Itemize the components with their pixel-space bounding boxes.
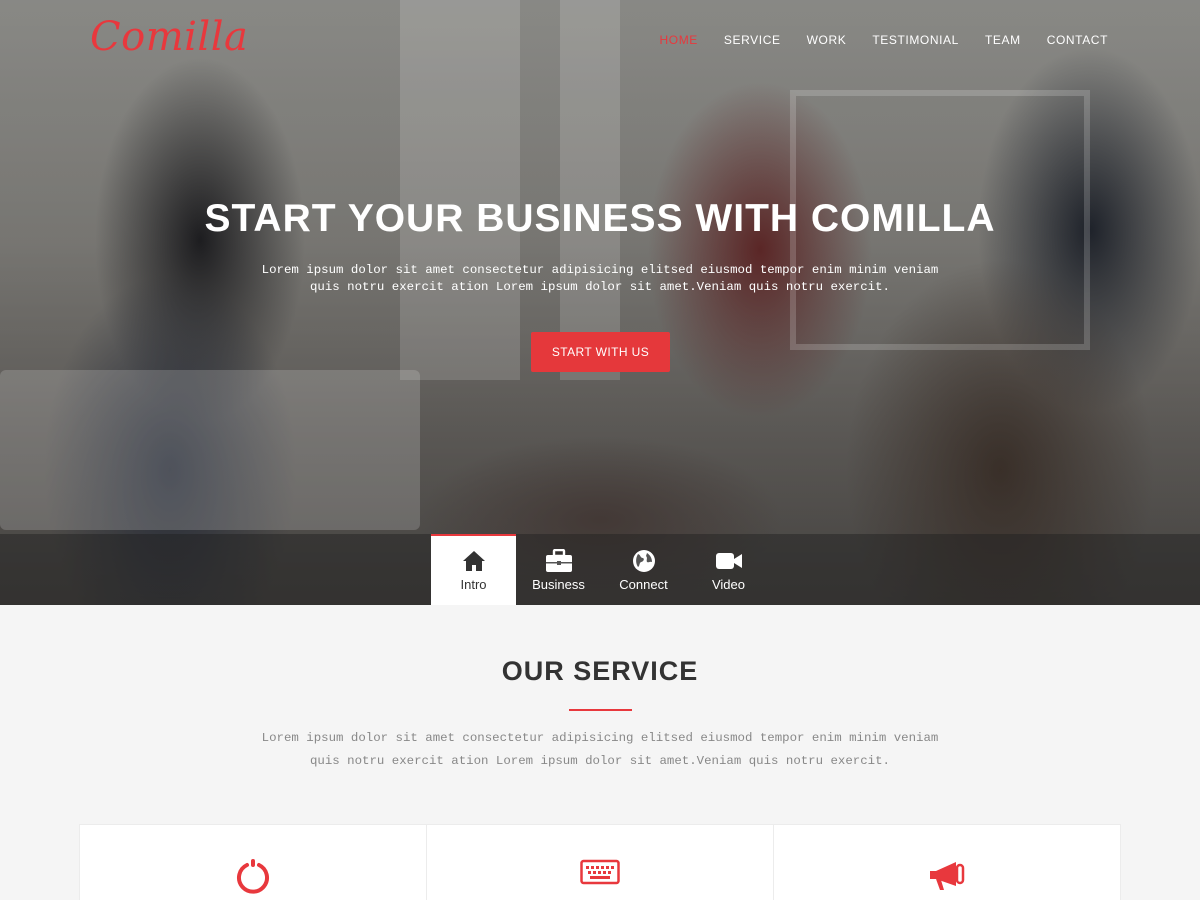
hero-description: Lorem ipsum dolor sit amet consectetur a… [261,263,939,294]
tab-intro[interactable]: Intro [431,534,516,605]
service-card[interactable] [427,824,774,900]
home-icon [462,548,486,574]
tab-label: Video [711,577,745,592]
site-logo[interactable]: Comilla [90,14,248,60]
tab-business[interactable]: Business [516,534,601,605]
tab-connect[interactable]: Connect [601,534,686,605]
tab-label: Connect [619,577,668,592]
video-camera-icon [715,548,743,574]
hero-section: Comilla HOME SERVICE WORK TESTIMONIAL TE… [0,0,1200,605]
start-with-us-button[interactable]: START WITH US [531,332,670,372]
power-ring-icon [235,859,271,900]
nav-item-service[interactable]: SERVICE [724,33,781,47]
nav-item-home[interactable]: HOME [660,33,698,47]
tab-label: Intro [460,577,487,592]
globe-icon [632,548,656,574]
title-divider [569,709,632,711]
briefcase-icon [545,548,573,574]
background-window [400,0,520,380]
nav-item-testimonial[interactable]: TESTIMONIAL [872,33,959,47]
nav-item-work[interactable]: WORK [807,33,847,47]
background-couch [0,370,420,530]
tab-video[interactable]: Video [686,534,771,605]
service-cards [79,824,1121,900]
tab-label: Business [532,577,585,592]
megaphone-icon [928,859,966,900]
service-card[interactable] [79,824,427,900]
nav-item-team[interactable]: TEAM [985,33,1021,47]
section-description: Lorem ipsum dolor sit amet consectetur a… [261,731,939,768]
keyboard-icon [580,859,620,900]
service-card[interactable] [774,824,1121,900]
nav-item-contact[interactable]: CONTACT [1047,33,1108,47]
background-window [560,0,620,380]
section-title: OUR SERVICE [501,656,699,686]
hero-tabs: Intro Business Connect Video [431,534,771,605]
main-nav: HOME SERVICE WORK TESTIMONIAL TEAM CONTA… [634,33,1108,47]
hero-title: START YOUR BUSINESS WITH COMILLA [204,197,996,240]
